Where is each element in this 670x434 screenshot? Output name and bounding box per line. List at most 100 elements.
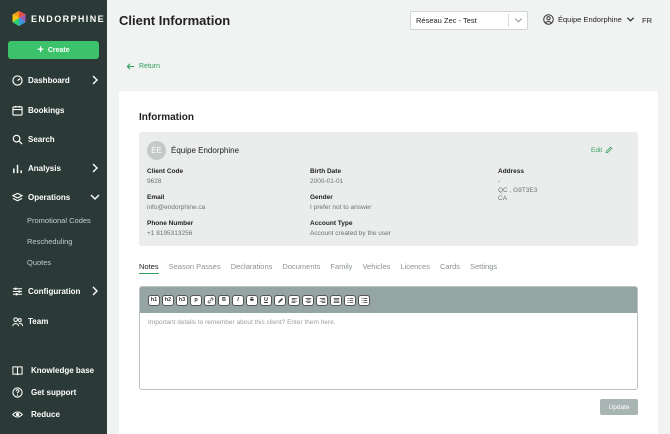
create-button[interactable]: + Create [8,41,99,59]
sidebar-item-label: Search [28,134,55,144]
numbered-list-button[interactable] [358,294,370,306]
sliders-icon [12,287,23,295]
edit-button[interactable]: Edit [591,146,613,154]
operations-icon [12,192,23,201]
account-type-label: Account Type [310,220,353,227]
reduce-label: Reduce [31,410,60,419]
return-link[interactable]: Return [126,62,160,71]
align-center-icon [305,297,311,303]
search-icon [12,134,23,145]
sidebar-item-bookings[interactable]: Bookings [12,102,100,118]
chevron-down-icon [626,17,634,22]
tab-documents[interactable]: Documents [282,262,320,274]
align-left-icon [291,297,297,303]
heading3-button[interactable]: h3 [176,294,188,306]
align-right-icon [319,297,325,303]
account-type-value: Account created by the user [310,230,391,237]
justify-icon [333,297,339,303]
birth-date-label: Birth Date [310,168,342,175]
account-type-field: Account Type Account created by the user [310,220,391,239]
tab-family[interactable]: Family [330,262,352,274]
justify-button[interactable] [330,294,342,306]
phone-value: +1 8195313256 [147,230,193,237]
calendar-icon [12,105,23,116]
heading2-button[interactable]: h2 [162,294,174,306]
editor-toolbar: h1 h2 h3 p B I S U [140,287,637,313]
tab-season-passes[interactable]: Season Passes [169,262,221,274]
bullet-list-button[interactable] [344,294,356,306]
sidebar-subitem-rescheduling[interactable]: Rescheduling [27,237,72,246]
email-field: Email info@endorphine.ca [147,194,205,213]
help-icon [12,387,23,398]
sidebar-item-search[interactable]: Search [12,131,100,147]
heading1-button[interactable]: h1 [148,294,160,306]
italic-button[interactable]: I [232,294,244,306]
align-left-button[interactable] [288,294,300,306]
tab-settings[interactable]: Settings [470,262,497,274]
endorphine-logo-icon [12,11,26,26]
address-line-3: CA [498,195,508,202]
tab-cards[interactable]: Cards [440,262,460,274]
sidebar-item-team[interactable]: Team [12,313,100,329]
sidebar-knowledge-base[interactable]: Knowledge base [12,365,94,376]
chart-icon [13,164,22,173]
gender-label: Gender [310,194,333,201]
chevron-right-icon [92,286,98,296]
knowledge-base-label: Knowledge base [31,366,95,375]
bullet-list-icon [346,297,353,303]
bold-button[interactable]: B [218,294,230,306]
sidebar-item-label: Operations [28,192,71,202]
arrow-left-icon [126,63,135,70]
language-toggle[interactable]: FR [642,16,652,25]
client-code-value: 9628 [147,178,162,185]
avatar: ÉE [147,141,166,160]
sidebar-item-label: Configuration [28,286,81,296]
update-button[interactable]: Update [600,399,638,415]
phone-field: Phone Number +1 8195313256 [147,220,193,239]
sidebar-item-analysis[interactable]: Analysis [12,160,100,176]
sidebar-item-label: Bookings [28,105,65,115]
sidebar-subitem-quotes[interactable]: Quotes [27,258,51,267]
address-label: Address [498,168,525,175]
client-name: Équipe Endorphine [171,146,240,155]
create-label: Create [47,46,70,54]
sidebar-item-dashboard[interactable]: Dashboard [12,72,100,88]
address-line-2: QC , G9T3E3 [498,186,538,194]
numbered-list-icon [361,297,367,303]
link-button[interactable] [204,294,216,306]
network-select[interactable]: Réseau Zec - Test [410,11,528,30]
chevron-down-icon [509,16,527,25]
paragraph-button[interactable]: p [190,294,202,306]
account-menu[interactable]: Équipe Endorphine [543,14,635,25]
highlight-button[interactable] [274,294,286,306]
tab-vehicles[interactable]: Vehicles [362,262,390,274]
sidebar-subitem-promotional-codes[interactable]: Promotional Codes [27,216,91,225]
align-right-button[interactable] [316,294,328,306]
phone-label: Phone Number [147,220,194,227]
notes-input[interactable]: Important details to remember about this… [140,313,637,332]
brand-logo[interactable]: ENDORPHINE [12,11,105,26]
sidebar-item-configuration[interactable]: Configuration [12,283,100,299]
sidebar-get-support[interactable]: Get support [12,387,76,398]
align-center-button[interactable] [302,294,314,306]
sidebar-item-label: Dashboard [28,75,70,85]
tab-licences[interactable]: Licences [400,262,430,274]
highlighter-icon [277,297,283,303]
strikethrough-button[interactable]: S [246,294,258,306]
client-code-field: Client Code 9628 [147,168,183,187]
return-label: Return [139,63,161,70]
client-code-label: Client Code [147,168,184,175]
sidebar-item-operations[interactable]: Operations [12,189,100,205]
address-line-1: - [498,178,501,185]
user-circle-icon [543,14,554,25]
chevron-down-icon [90,194,100,200]
network-select-value: Réseau Zec - Test [416,16,477,25]
gender-field: Gender I prefer not to answer [310,194,371,213]
sidebar-reduce[interactable]: Reduce [12,409,60,420]
underline-button[interactable]: U [260,294,272,306]
book-icon [12,366,23,376]
tab-declarations[interactable]: Declarations [231,262,273,274]
gender-value: I prefer not to answer [310,204,372,211]
birth-date-field: Birth Date 2000-01-01 [310,168,343,187]
tab-notes[interactable]: Notes [139,262,159,274]
